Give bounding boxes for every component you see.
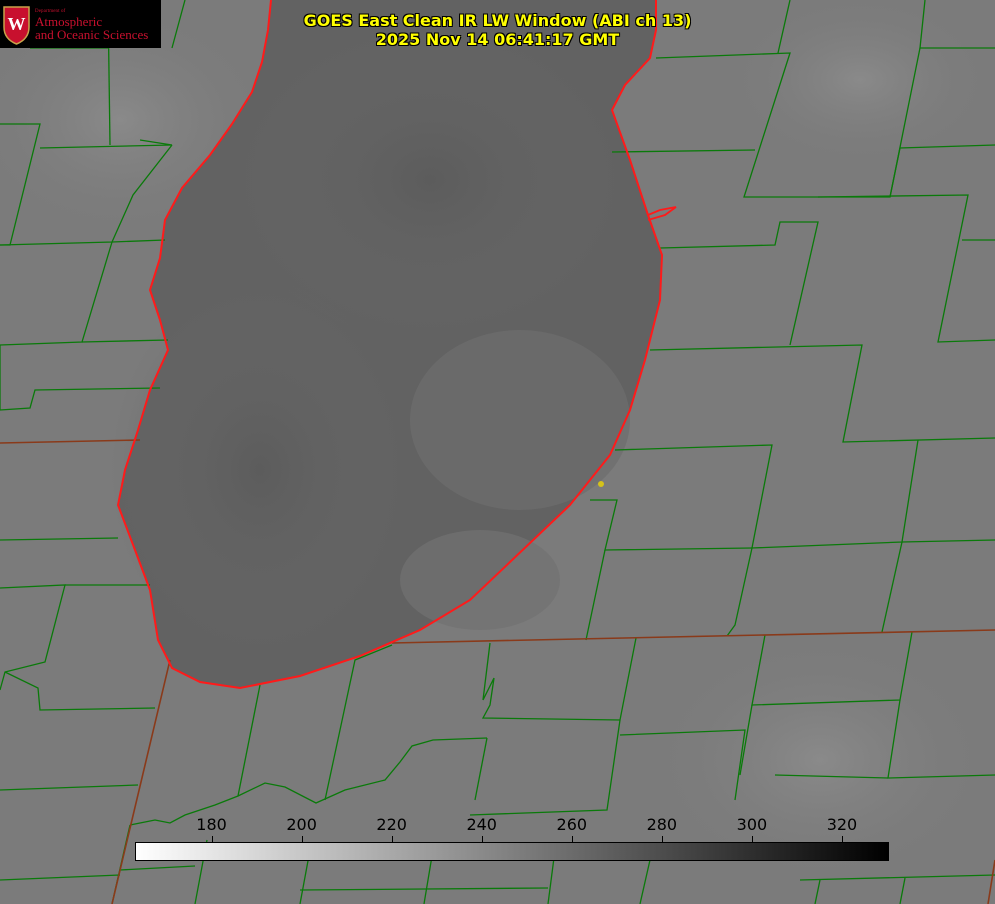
- colorbar-tick-label: 240: [466, 815, 497, 834]
- colorbar-tick-label: 280: [646, 815, 678, 834]
- colorbar-tick-label: 200: [286, 815, 317, 834]
- colorbar-tick-label: 300: [736, 815, 768, 834]
- colorbar-tick-mark: [841, 836, 843, 842]
- image-title: GOES East Clean IR LW Window (ABI ch 13)…: [0, 11, 995, 49]
- colorbar-tick-mark: [751, 836, 753, 842]
- temperature-colorbar: [135, 842, 889, 861]
- title-timestamp: 2025 Nov 14 06:41:17 GMT: [375, 30, 620, 49]
- cold-cloud-band: [110, 280, 410, 660]
- colorbar-tick-mark: [571, 836, 573, 842]
- satellite-image-view: W Department of Atmospheric and Oceanic …: [0, 0, 995, 904]
- lake-warm-patch: [400, 530, 560, 630]
- colorbar-tick-mark: [301, 836, 303, 842]
- colorbar-tick-label: 320: [826, 815, 858, 834]
- colorbar-tick-label: 180: [196, 815, 227, 834]
- station-marker: [598, 481, 604, 487]
- title-product: GOES East Clean IR LW Window (ABI ch 13): [303, 11, 692, 30]
- satellite-map: [0, 0, 995, 904]
- colorbar-tick-mark: [211, 836, 213, 842]
- colorbar-tick-label: 260: [556, 815, 588, 834]
- colorbar-tick-mark: [481, 836, 483, 842]
- colorbar-tick-mark: [391, 836, 393, 842]
- colorbar-tick-mark: [661, 836, 663, 842]
- colorbar-tick-label: 220: [376, 815, 407, 834]
- lake-warm-patch: [410, 330, 630, 510]
